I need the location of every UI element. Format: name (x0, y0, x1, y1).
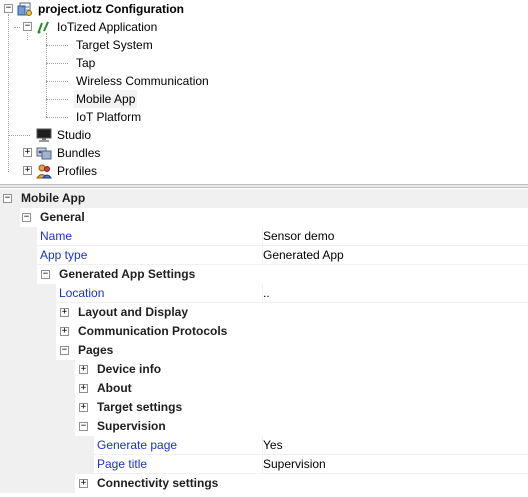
category-label: General (40, 210, 85, 224)
profiles-icon (36, 163, 52, 179)
tree-item-label: Target System (76, 38, 153, 52)
expand-toggle[interactable]: + (23, 166, 32, 175)
property-page-title[interactable]: Page title Supervision (0, 455, 528, 474)
tree-item-iotized-application[interactable]: − IoTized Application (0, 18, 528, 36)
category-label: Communication Protocols (78, 324, 228, 338)
collapse-toggle[interactable]: − (79, 422, 88, 431)
category-label: Supervision (97, 419, 166, 433)
category-label: Device info (97, 362, 162, 376)
category-label: Target settings (97, 400, 183, 414)
configuration-tree: − project.iotz Configuration − IoTized A… (0, 0, 528, 184)
tree-item-label: Mobile App (76, 92, 136, 106)
property-label: App type (40, 248, 88, 262)
studio-monitor-icon (36, 127, 52, 143)
collapse-toggle[interactable]: − (4, 4, 13, 13)
tree-connector (46, 99, 68, 100)
expand-toggle[interactable]: + (79, 384, 88, 393)
tree-item-label: Profiles (57, 164, 98, 178)
property-value[interactable]: Sensor demo (263, 227, 334, 246)
iotized-app-icon (36, 19, 52, 35)
category-label: Pages (78, 343, 114, 357)
collapse-toggle[interactable]: − (41, 270, 50, 279)
tree-item-tap[interactable]: Tap (74, 54, 97, 72)
collapse-toggle[interactable]: − (3, 194, 12, 203)
project-config-icon (17, 1, 33, 17)
property-label: Generate page (97, 438, 178, 452)
collapse-toggle[interactable]: − (23, 22, 32, 31)
expand-toggle[interactable]: + (60, 327, 69, 336)
tree-item-wireless-communication[interactable]: Wireless Communication (74, 72, 211, 90)
category-supervision[interactable]: − Supervision (0, 417, 528, 436)
tree-connector (46, 45, 68, 46)
tree-item-bundles[interactable]: + Bundles (0, 144, 528, 162)
property-generate-page[interactable]: Generate page Yes (0, 436, 528, 455)
category-general[interactable]: − General (0, 208, 528, 227)
tree-item-label: Studio (57, 128, 92, 142)
property-value[interactable]: Yes (263, 436, 283, 455)
category-about[interactable]: + About (0, 379, 528, 398)
category-pages[interactable]: − Pages (0, 341, 528, 360)
expand-toggle[interactable]: + (79, 479, 88, 488)
category-label: Generated App Settings (59, 267, 196, 281)
tree-connector (46, 117, 68, 118)
tree-item-target-system[interactable]: Target System (74, 36, 155, 54)
property-value[interactable]: .. (263, 284, 270, 303)
category-device-info[interactable]: + Device info (0, 360, 528, 379)
property-value[interactable]: Supervision (263, 455, 326, 474)
properties-panel: − Mobile App − General Name Sensor demo … (0, 188, 528, 497)
category-layout-and-display[interactable]: + Layout and Display (0, 303, 528, 322)
tree-connector (46, 63, 68, 64)
tree-item-label: IoTized Application (57, 20, 158, 34)
tree-item-label: IoT Platform (76, 110, 142, 124)
collapse-toggle[interactable]: − (60, 346, 69, 355)
property-label: Page title (97, 457, 148, 471)
tree-item-label: Tap (76, 56, 96, 70)
category-connectivity-settings[interactable]: + Connectivity settings (0, 474, 528, 493)
tree-connector (46, 81, 68, 82)
bundles-icon (36, 145, 52, 161)
property-location[interactable]: Location .. (0, 284, 528, 303)
section-mobile-app[interactable]: − Mobile App (0, 189, 528, 208)
tree-item-root[interactable]: − project.iotz Configuration (0, 0, 528, 18)
tree-item-label: project.iotz Configuration (38, 2, 184, 16)
expand-toggle[interactable]: + (79, 365, 88, 374)
property-value[interactable]: Generated App (263, 246, 344, 265)
category-label: Connectivity settings (97, 476, 219, 490)
category-label: About (97, 381, 132, 395)
tree-item-label: Bundles (57, 146, 101, 160)
category-target-settings[interactable]: + Target settings (0, 398, 528, 417)
tree-item-mobile-app[interactable]: Mobile App (74, 90, 138, 108)
category-communication-protocols[interactable]: + Communication Protocols (0, 322, 528, 341)
property-label: Name (40, 229, 73, 243)
expand-toggle[interactable]: + (60, 308, 69, 317)
section-label: Mobile App (21, 191, 86, 205)
collapse-toggle[interactable]: − (22, 213, 31, 222)
property-name[interactable]: Name Sensor demo (0, 227, 528, 246)
tree-item-iot-platform[interactable]: IoT Platform (74, 108, 143, 126)
property-app-type[interactable]: App type Generated App (0, 246, 528, 265)
expand-toggle[interactable]: + (23, 148, 32, 157)
tree-item-label: Wireless Communication (76, 74, 209, 88)
tree-item-studio[interactable]: Studio (0, 126, 528, 144)
category-label: Layout and Display (78, 305, 189, 319)
expand-toggle[interactable]: + (79, 403, 88, 412)
tree-item-profiles[interactable]: + Profiles (0, 162, 528, 180)
property-label: Location (59, 286, 105, 300)
category-generated-app-settings[interactable]: − Generated App Settings (0, 265, 528, 284)
